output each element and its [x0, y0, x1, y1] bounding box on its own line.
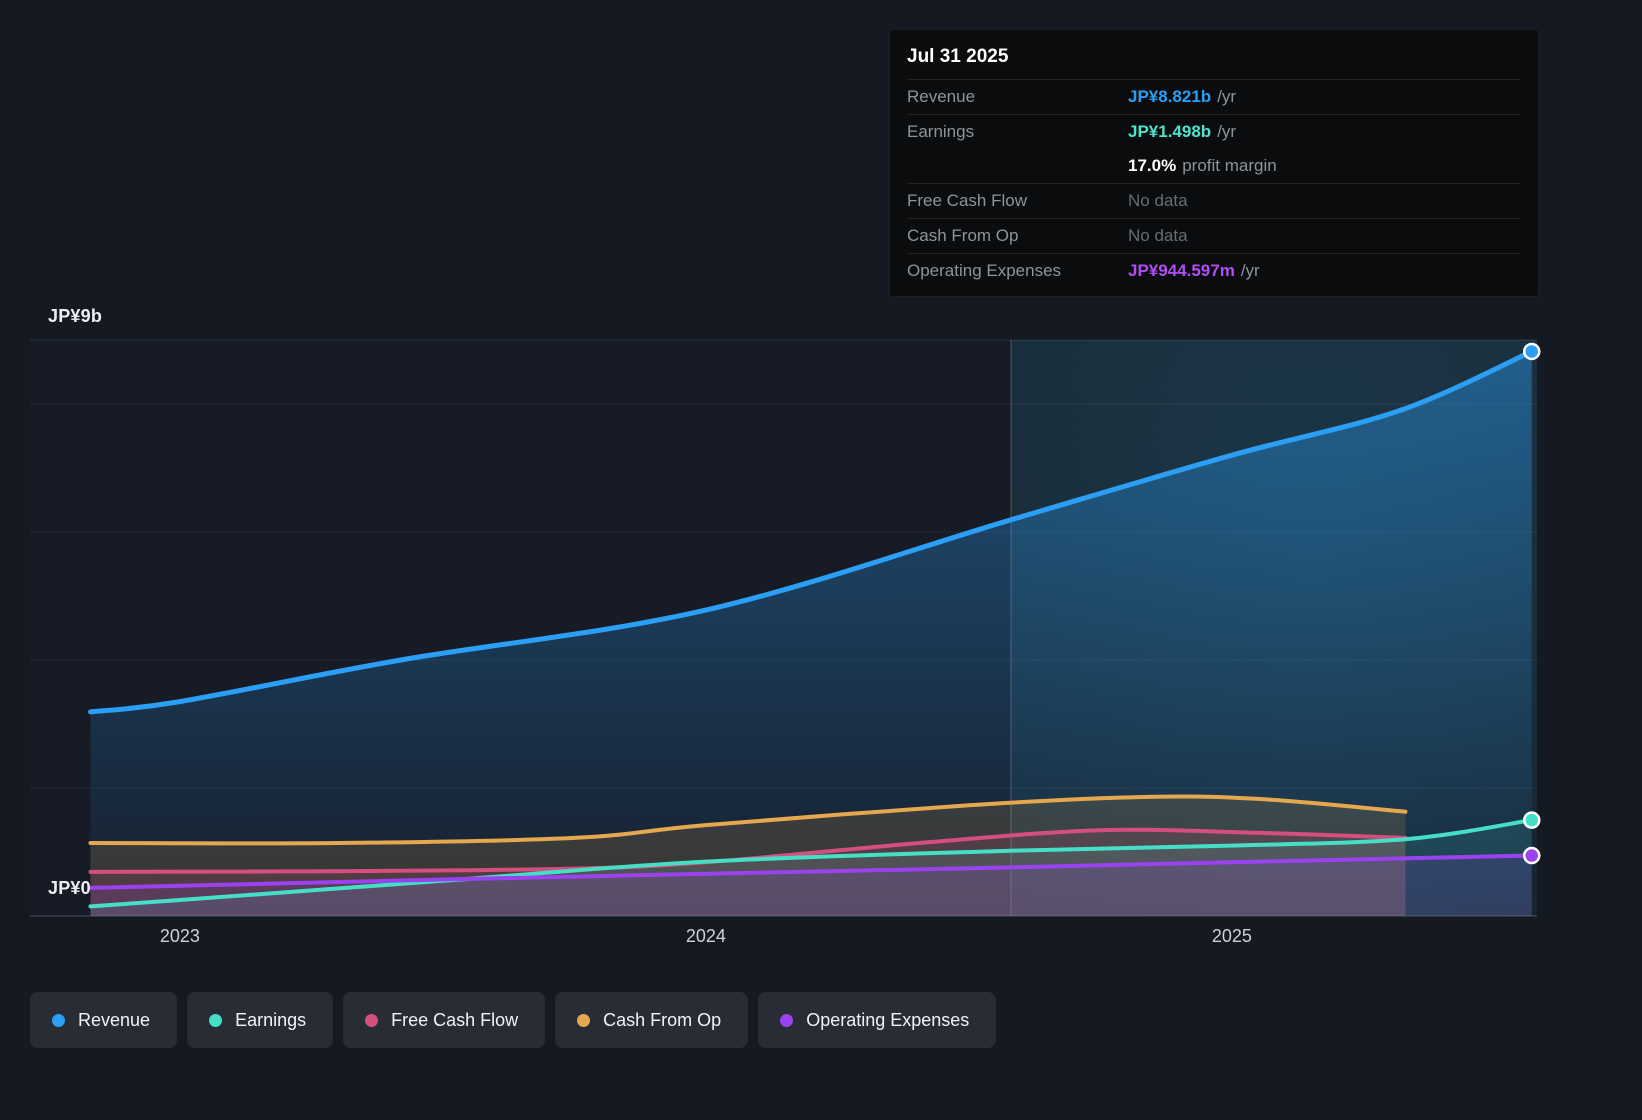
tooltip-row-value: JP¥944.597m — [1128, 261, 1235, 280]
tooltip-row-suffix: /yr — [1217, 87, 1237, 106]
legend-dot — [209, 1013, 223, 1027]
legend-label: Free Cash Flow — [391, 1009, 519, 1030]
tooltip-row-label: Cash From Op — [907, 226, 1019, 245]
tooltip-row-label: Earnings — [907, 122, 975, 141]
legend-item-operating-expenses[interactable]: Operating Expenses — [758, 992, 997, 1048]
legend-label: Operating Expenses — [806, 1009, 970, 1030]
tooltip-date: Jul 31 2025 — [907, 46, 1009, 67]
tooltip-row-suffix: profit margin — [1182, 156, 1277, 175]
series-end-marker-earnings — [1522, 811, 1541, 829]
legend-item-cash-from-op[interactable]: Cash From Op — [555, 992, 749, 1048]
tooltip-row-suffix: /yr — [1240, 261, 1260, 280]
tooltip-row-value: JP¥8.821b — [1128, 87, 1212, 106]
series-end-marker-revenue — [1522, 342, 1541, 361]
chart-legend: Revenue Earnings Free Cash Flow Cash From O… — [30, 992, 997, 1048]
tooltip-row: Operating Expenses JP¥944.597m/yr — [907, 253, 1521, 288]
tooltip-row-label: Revenue — [907, 87, 976, 106]
tooltip-row-suffix: /yr — [1217, 122, 1237, 141]
tooltip-row-value: JP¥1.498b — [1128, 122, 1212, 141]
tooltip-row: 17.0% profit margin — [907, 149, 1521, 183]
tooltip-row: Revenue JP¥8.821b/yr — [907, 79, 1521, 114]
tooltip-row-label: Free Cash Flow — [907, 191, 1027, 210]
tooltip-row-value: No data — [1128, 191, 1188, 210]
legend-dot — [577, 1013, 591, 1027]
legend-item-earnings[interactable]: Earnings — [187, 992, 334, 1048]
tooltip-row: Earnings JP¥1.498b/yr — [907, 114, 1521, 149]
chart-tooltip: Jul 31 2025 Revenue JP¥8.821b/yr Earnings J… — [890, 30, 1538, 296]
tooltip-row-label: Operating Expenses — [907, 261, 1062, 280]
tooltip-row: Cash From Op No data — [907, 218, 1521, 253]
y-axis-label-zero: JP¥0 — [48, 878, 91, 898]
legend-label: Revenue — [78, 1009, 151, 1030]
tooltip-row-value: 17.0% — [1128, 156, 1177, 175]
page: JP¥9b JP¥0 2023 2024 2025 Jul 31 2025 Reve… — [0, 0, 1642, 1120]
legend-dot — [365, 1013, 379, 1027]
legend-label: Earnings — [235, 1009, 307, 1030]
x-tick-2025: 2025 — [1211, 926, 1252, 946]
legend-dot — [52, 1013, 65, 1027]
x-tick-2024: 2024 — [685, 926, 726, 946]
tooltip-rows: Revenue JP¥8.821b/yr Earnings JP¥1.498b/yr 1… — [890, 79, 1538, 288]
legend-label: Cash From Op — [603, 1009, 722, 1030]
legend-dot — [780, 1013, 794, 1027]
series-end-marker-operating-expenses — [1522, 846, 1541, 865]
legend-item-free-cash-flow[interactable]: Free Cash Flow — [343, 992, 546, 1048]
y-axis-label-top: JP¥9b — [48, 306, 103, 326]
legend-item-revenue[interactable]: Revenue — [30, 992, 178, 1048]
x-tick-2023: 2023 — [159, 926, 200, 946]
tooltip-row: Free Cash Flow No data — [907, 183, 1521, 218]
tooltip-row-value: No data — [1128, 226, 1188, 245]
